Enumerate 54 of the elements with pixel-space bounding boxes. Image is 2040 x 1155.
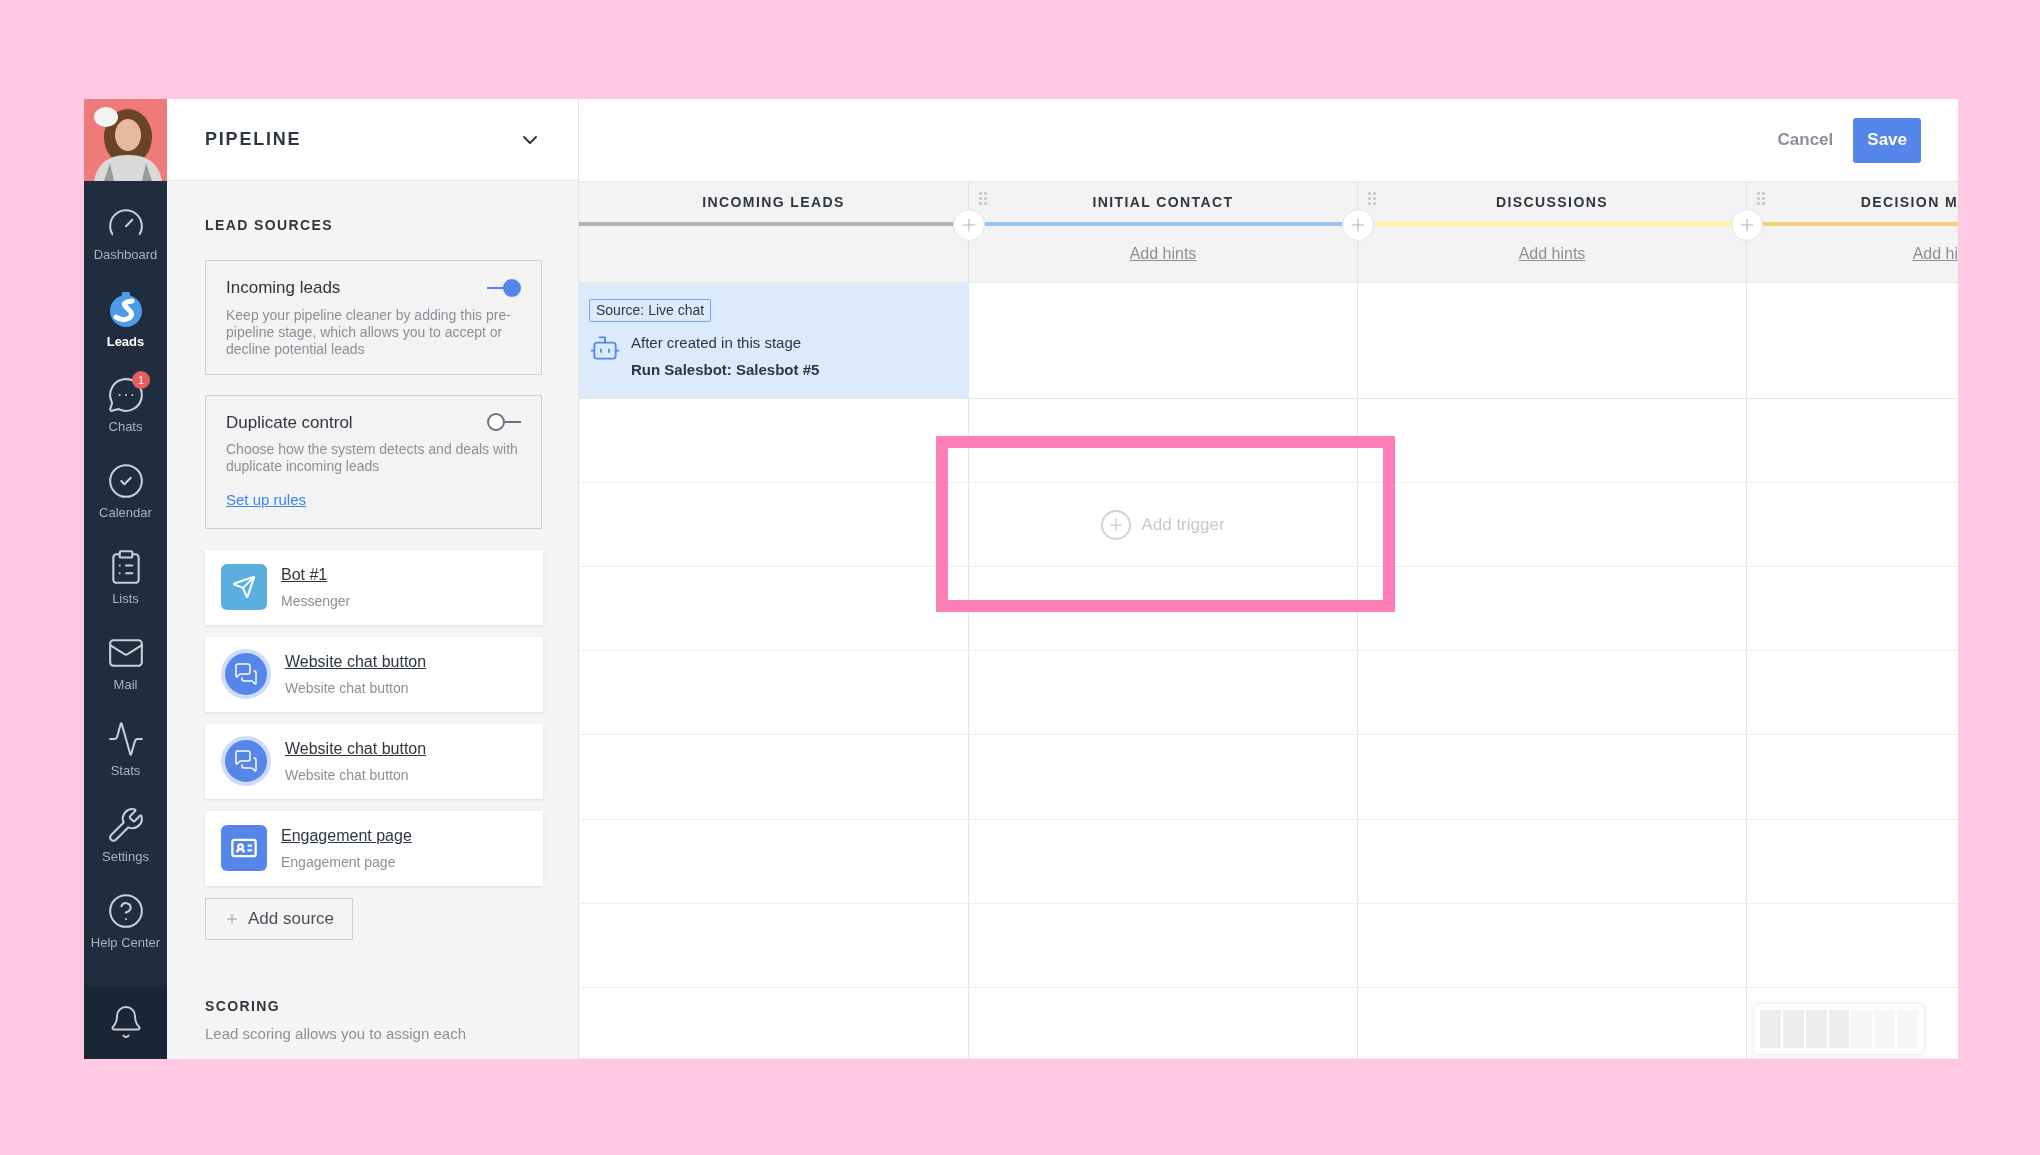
drag-handle-icon[interactable] bbox=[979, 192, 987, 206]
source-tag: Source: Live chat bbox=[589, 299, 712, 322]
source-card[interactable]: Website chat button Website chat button bbox=[205, 636, 543, 712]
source-name[interactable]: Website chat button bbox=[285, 736, 427, 761]
drag-handle-icon[interactable] bbox=[1368, 192, 1376, 206]
stage-title: DECISION M bbox=[1860, 192, 1958, 212]
setting-title: Duplicate control bbox=[226, 411, 353, 434]
source-name[interactable]: Engagement page bbox=[281, 823, 412, 848]
id-card-icon bbox=[221, 825, 267, 871]
source-type: Website chat button bbox=[285, 765, 410, 785]
save-button[interactable]: Save bbox=[1853, 117, 1921, 163]
stage-title: INCOMING LEADS bbox=[702, 192, 845, 212]
nav-item[interactable]: Help Center bbox=[84, 877, 167, 963]
add-source-button[interactable]: Add source bbox=[205, 897, 353, 940]
source-name[interactable]: Bot #1 bbox=[281, 562, 351, 587]
add-stage-button[interactable] bbox=[1342, 209, 1374, 241]
unread-badge: 1 bbox=[132, 371, 150, 389]
section-title: LEAD SOURCES bbox=[205, 216, 335, 235]
setting-title: Incoming leads bbox=[226, 277, 341, 299]
chat-icon bbox=[106, 375, 145, 414]
chart-icon bbox=[106, 719, 145, 758]
wrench-icon bbox=[106, 805, 145, 844]
add-stage-button[interactable] bbox=[1731, 209, 1763, 241]
scoring-description: Lead scoring allows you to assign each bbox=[205, 1024, 467, 1043]
paper-plane-icon bbox=[221, 564, 267, 610]
nav-item[interactable]: Dashboard bbox=[84, 189, 167, 275]
nav-item[interactable]: Leads bbox=[84, 275, 167, 361]
check-circle-icon bbox=[106, 461, 145, 500]
source-card[interactable]: Website chat button Website chat button bbox=[205, 723, 543, 799]
help-icon bbox=[106, 891, 145, 930]
section-title: SCORING bbox=[205, 996, 282, 1016]
nav-item[interactable]: Stats bbox=[84, 705, 167, 791]
setting-description: Keep your pipeline cleaner by adding this pre-pipeline stage, which allows you to accept or decline potential leads bbox=[226, 306, 512, 358]
source-type: Messenger bbox=[281, 591, 351, 611]
nav-item[interactable]: Mail bbox=[84, 619, 167, 705]
source-type: Engagement page bbox=[281, 852, 397, 872]
chat-bubbles-icon bbox=[221, 736, 271, 786]
nav-item[interactable]: Lists bbox=[84, 533, 167, 619]
source-card[interactable]: Engagement page Engagement page bbox=[205, 810, 543, 886]
stage-title: DISCUSSIONS bbox=[1496, 192, 1608, 212]
trigger-action: Run Salesbot: Salesbot #5 bbox=[631, 359, 820, 380]
nav-item[interactable]: Settings bbox=[84, 791, 167, 877]
source-name[interactable]: Website chat button bbox=[285, 649, 427, 674]
add-stage-button[interactable] bbox=[953, 209, 985, 241]
trigger-condition: After created in this stage bbox=[631, 333, 803, 353]
nav-item[interactable]: Chats 1 bbox=[84, 361, 167, 447]
setting-description: Choose how the system detects and deals with duplicate incoming leads bbox=[226, 441, 519, 475]
nav-item[interactable]: Calendar bbox=[84, 447, 167, 533]
source-card[interactable]: Bot #1 Messenger bbox=[205, 549, 543, 625]
chat-bubbles-icon bbox=[221, 649, 271, 699]
stage-title: INITIAL CONTACT bbox=[1092, 192, 1234, 212]
panel-title: PIPELINE bbox=[205, 128, 302, 151]
source-type: Website chat button bbox=[285, 678, 410, 698]
drag-handle-icon[interactable] bbox=[1757, 192, 1765, 206]
